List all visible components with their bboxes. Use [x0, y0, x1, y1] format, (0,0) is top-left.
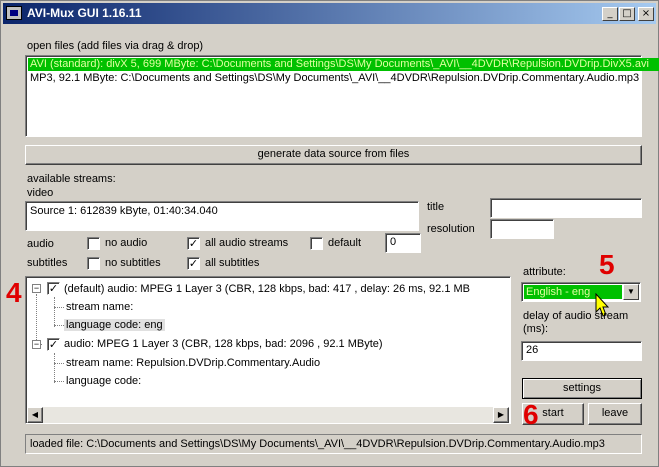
- video-source-box[interactable]: Source 1: 612839 kByte, 01:40:34.040: [25, 201, 419, 231]
- tree-horizontal-scrollbar[interactable]: ◀ ▶: [27, 407, 509, 423]
- annotation-number-4: 4: [6, 277, 22, 308]
- tree-line: [54, 297, 55, 327]
- title-bar[interactable]: AVI-Mux GUI 1.16.11 _ □ ×: [3, 3, 656, 24]
- leave-button[interactable]: leave: [588, 403, 642, 425]
- generate-data-source-button[interactable]: generate data source from files: [25, 145, 642, 165]
- tree-line: [54, 353, 55, 383]
- default-checkbox[interactable]: [310, 237, 323, 250]
- stream1-checkbox[interactable]: ✓: [47, 282, 60, 295]
- annotation-number-5: 5: [599, 249, 615, 280]
- stream1-language[interactable]: language code: eng: [64, 319, 165, 331]
- scroll-left-icon[interactable]: ◀: [27, 407, 43, 423]
- tree-line: [54, 307, 64, 308]
- file-item-audio[interactable]: MP3, 92.1 MByte: C:\Documents and Settin…: [28, 72, 659, 85]
- main-window: AVI-Mux GUI 1.16.11 _ □ × open files (ad…: [0, 0, 659, 467]
- title-label: title: [427, 201, 445, 213]
- no-subtitles-checkbox[interactable]: [87, 257, 100, 270]
- chevron-down-icon[interactable]: ▼: [623, 284, 639, 300]
- no-audio-label: no audio: [105, 237, 148, 249]
- subtitles-label: subtitles: [27, 257, 68, 269]
- collapse-icon[interactable]: −: [32, 340, 41, 349]
- video-source-text: Source 1: 612839 kByte, 01:40:34.040: [30, 205, 218, 217]
- stream1-title[interactable]: (default) audio: MPEG 1 Layer 3 (CBR, 12…: [64, 280, 470, 298]
- collapse-icon[interactable]: −: [32, 284, 41, 293]
- attribute-label: attribute:: [523, 266, 566, 278]
- delay-label: delay of audio stream: [523, 310, 629, 322]
- audio-label: audio: [27, 238, 54, 250]
- open-files-label: open files (add files via drag & drop): [27, 40, 204, 52]
- all-audio-streams-label: all audio streams: [205, 237, 289, 249]
- annotation-number-6: 6: [523, 399, 539, 430]
- status-bar: loaded file: C:\Documents and Settings\D…: [25, 434, 642, 454]
- streams-tree[interactable]: − ✓ (default) audio: MPEG 1 Layer 3 (CBR…: [25, 276, 511, 424]
- default-label: default: [328, 237, 362, 249]
- all-subtitles-label: all subtitles: [205, 257, 260, 269]
- tree-line: [54, 363, 64, 364]
- stream2-checkbox[interactable]: ✓: [47, 338, 60, 351]
- scroll-right-icon[interactable]: ▶: [493, 407, 509, 423]
- stream2-title[interactable]: audio: MPEG 1 Layer 3 (CBR, 128 kbps, ba…: [64, 335, 383, 353]
- settings-button[interactable]: settings: [522, 378, 642, 399]
- default-index-input[interactable]: 0: [385, 233, 421, 253]
- stream2-language[interactable]: language code:: [66, 372, 141, 390]
- resolution-input[interactable]: [490, 219, 554, 239]
- default-index-value: 0: [390, 236, 397, 248]
- all-subtitles-checkbox[interactable]: ✓: [187, 257, 200, 270]
- all-audio-streams-checkbox[interactable]: ✓: [187, 237, 200, 250]
- tree-line: [36, 294, 37, 344]
- available-streams-label: available streams:: [27, 173, 116, 185]
- delay-value: 26: [526, 344, 539, 356]
- file-item-video[interactable]: AVI (standard): divX 5, 699 MByte: C:\Do…: [28, 58, 659, 71]
- stream2-name[interactable]: stream name: Repulsion.DVDrip.Commentary…: [66, 354, 320, 372]
- tree-line: [54, 381, 64, 382]
- attribute-select[interactable]: English - eng ▼: [521, 282, 641, 302]
- no-audio-checkbox[interactable]: [87, 237, 100, 250]
- close-button[interactable]: ×: [638, 7, 654, 21]
- stream1-name[interactable]: stream name:: [66, 298, 133, 316]
- delay-input[interactable]: 26: [521, 341, 642, 361]
- delay-unit-label: (ms):: [523, 323, 549, 335]
- title-input[interactable]: [490, 198, 642, 218]
- app-icon: [6, 6, 22, 20]
- no-subtitles-label: no subtitles: [105, 257, 161, 269]
- video-label: video: [27, 187, 54, 199]
- open-files-list[interactable]: AVI (standard): divX 5, 699 MByte: C:\Do…: [25, 55, 659, 137]
- window-title: AVI-Mux GUI 1.16.11: [27, 6, 142, 20]
- tree-line: [54, 325, 64, 326]
- resolution-label: resolution: [427, 223, 475, 235]
- minimize-button[interactable]: _: [602, 7, 618, 21]
- maximize-button[interactable]: □: [619, 7, 635, 21]
